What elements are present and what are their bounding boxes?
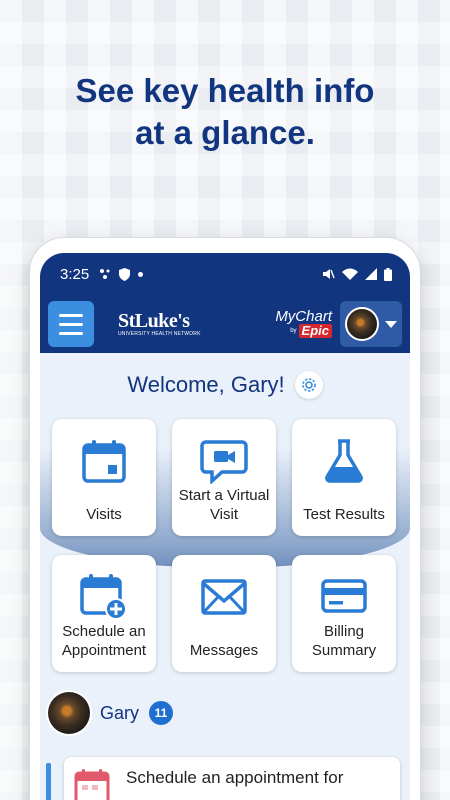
shield-icon	[119, 267, 131, 281]
calendar-alert-icon	[74, 769, 110, 800]
status-bar: 3:25	[40, 253, 410, 295]
headline-line-2: at a glance.	[135, 114, 315, 151]
card-accent-bar	[46, 763, 51, 800]
stlukes-logo: StLuke's UNIVERSITY HEALTH NETWORK	[118, 311, 201, 338]
hamburger-icon-line	[59, 331, 83, 335]
home-content: Welcome, Gary! Visits Start a Virtual Vi…	[40, 353, 410, 800]
status-notification-icons	[99, 267, 144, 281]
envelope-icon	[200, 569, 248, 625]
patient-avatar	[48, 692, 90, 734]
welcome-text: Welcome, Gary!	[127, 372, 285, 397]
account-switcher-button[interactable]	[340, 301, 402, 347]
notification-count-badge: 11	[149, 701, 174, 725]
avatar	[345, 307, 379, 341]
flask-icon	[320, 433, 368, 489]
logo-subtitle: UNIVERSITY HEALTH NETWORK	[118, 330, 201, 337]
caret-down-icon	[385, 320, 397, 328]
status-system-icons	[321, 267, 392, 281]
personalize-button[interactable]	[294, 371, 323, 399]
tile-test-results[interactable]: Test Results	[292, 419, 396, 536]
todo-card[interactable]: Schedule an appointment for	[64, 757, 400, 800]
signal-icon	[365, 268, 377, 280]
gear-icon	[301, 378, 316, 392]
patient-name: Gary	[100, 702, 140, 723]
dot-icon	[138, 271, 144, 277]
video-chat-icon	[200, 433, 248, 486]
app-bar: StLuke's UNIVERSITY HEALTH NETWORK MyCha…	[40, 295, 410, 353]
welcome-row: Welcome, Gary!	[40, 371, 410, 399]
tile-label: Test Results	[303, 506, 385, 523]
tile-label: Start a Virtual Visit	[178, 487, 270, 523]
location-icon	[100, 269, 110, 279]
calendar-icon	[80, 433, 128, 489]
wifi-icon	[342, 268, 358, 280]
tile-schedule-appointment[interactable]: Schedule an Appointment	[52, 555, 156, 672]
marketing-headline: See key health info at a glance.	[0, 70, 450, 154]
mute-icon	[323, 269, 335, 279]
todo-text: Schedule an appointment for	[126, 768, 344, 787]
tile-label: Messages	[189, 642, 259, 659]
calendar-add-icon	[79, 569, 129, 622]
tile-messages[interactable]: Messages	[172, 555, 276, 672]
status-time: 3:25	[60, 265, 90, 283]
tile-label: Schedule an Appointment	[61, 623, 147, 659]
credit-card-icon	[320, 569, 368, 622]
phone-screen: 3:25 StLuke's UNIVERSITY HEALTH NETWORK …	[40, 253, 410, 800]
headline-line-1: See key health info	[75, 72, 375, 109]
epic-row: by Epic	[290, 324, 332, 338]
by-label: by	[290, 328, 297, 334]
tile-label: Visits	[86, 506, 122, 523]
tile-label: Billing Summary	[311, 623, 377, 659]
epic-label: Epic	[298, 324, 332, 338]
menu-button[interactable]	[48, 301, 94, 347]
hamburger-icon-line	[59, 313, 83, 317]
tile-billing-summary[interactable]: Billing Summary	[292, 555, 396, 672]
patient-header[interactable]: Gary 11	[48, 692, 174, 734]
tile-virtual-visit[interactable]: Start a Virtual Visit	[172, 419, 276, 536]
tile-visits[interactable]: Visits	[52, 419, 156, 536]
mychart-epic-logo: MyChart by Epic	[275, 308, 332, 338]
hamburger-icon-line	[59, 322, 83, 326]
mychart-label: MyChart	[275, 308, 332, 325]
logo-brand: StLuke's	[118, 309, 190, 332]
battery-icon	[384, 267, 392, 281]
